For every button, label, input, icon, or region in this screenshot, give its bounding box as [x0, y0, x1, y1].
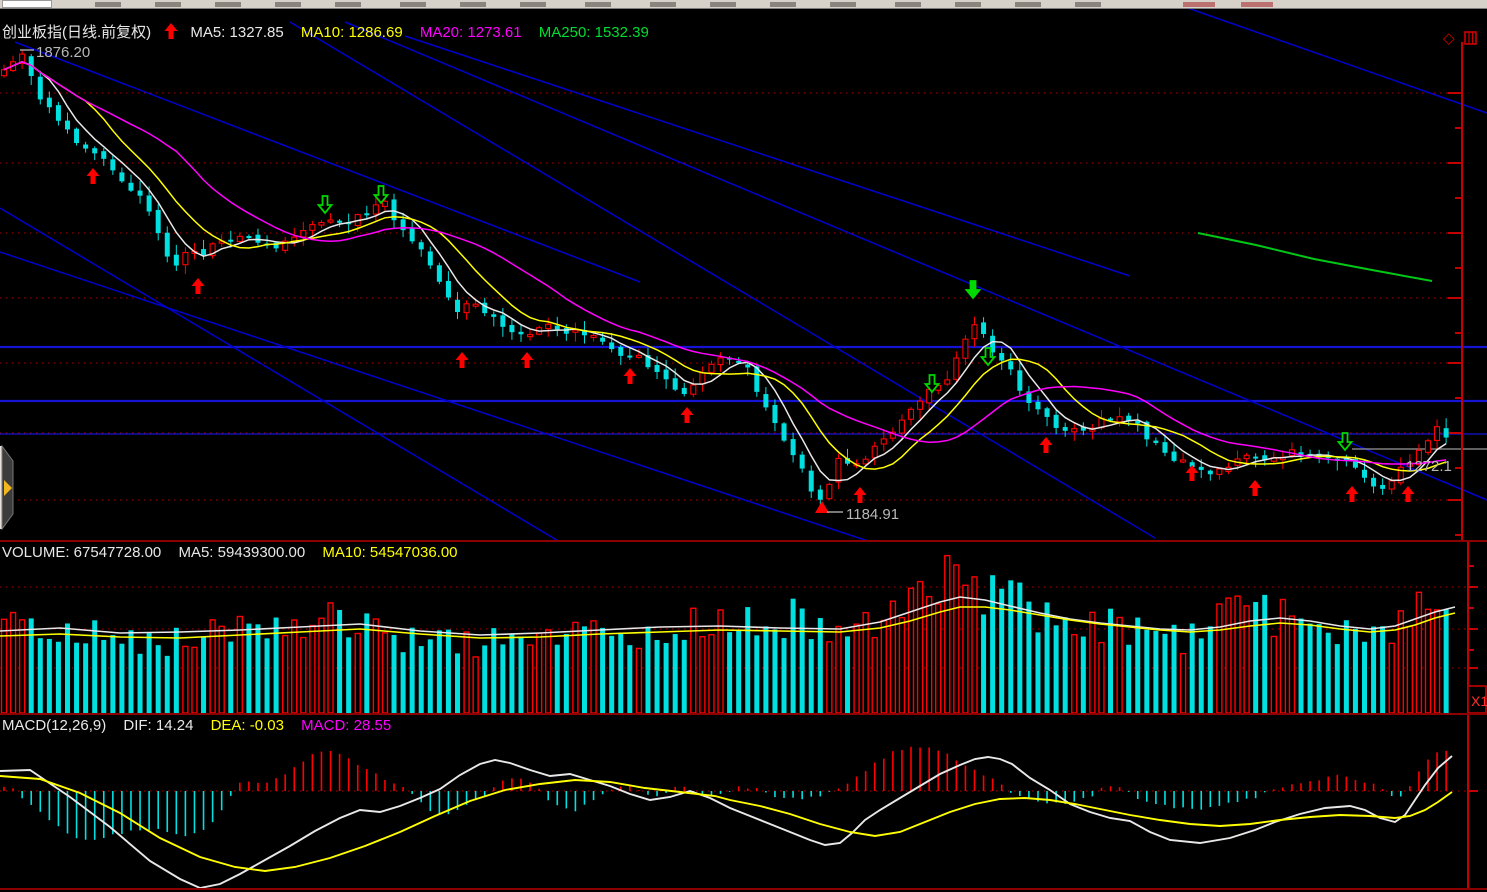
up-arrow-icon — [164, 23, 178, 40]
ma20-value: MA20: 1273.61 — [420, 24, 522, 41]
menu-item-stub-red[interactable] — [1241, 2, 1273, 7]
menu-item-stub[interactable] — [955, 2, 981, 7]
sell-signal-arrow — [375, 186, 388, 203]
dea-value: DEA: -0.03 — [211, 717, 284, 734]
ma10-value: MA10: 1286.69 — [301, 24, 403, 41]
menu-item-stub[interactable] — [710, 2, 736, 7]
menu-item-stub[interactable] — [1075, 2, 1101, 7]
menu-item-stub[interactable] — [1015, 2, 1041, 7]
buy-signal-arrow — [681, 407, 694, 423]
macd-chart[interactable] — [0, 715, 1487, 888]
panel-expander-handle[interactable] — [0, 446, 13, 529]
sell-signal-arrow — [319, 196, 332, 213]
menu-item-stub[interactable] — [650, 2, 676, 7]
buy-signal-arrow — [624, 368, 637, 384]
macd-params: MACD(12,26,9) — [2, 717, 106, 734]
volume-ma10-value: MA10: 54547036.00 — [322, 544, 457, 561]
menu-item-stub-red[interactable] — [1183, 2, 1215, 7]
macd-pane: MACD(12,26,9) DIF: 14.24 DEA: -0.03 MACD… — [0, 715, 1487, 888]
menu-item-stub[interactable] — [585, 2, 611, 7]
bottom-border — [0, 888, 1487, 890]
sell-signal-arrow — [1339, 433, 1352, 450]
buy-signal-arrow — [456, 352, 469, 368]
volume-pane: X1 VOLUME: 67547728.00 MA5: 59439300.00 … — [0, 542, 1487, 713]
menu-item-stub[interactable] — [95, 2, 121, 7]
ma250-value: MA250: 1532.39 — [539, 24, 649, 41]
volume-ma5-value: MA5: 59439300.00 — [178, 544, 305, 561]
main-chart-pane: 1876.20 1184.91 1272.1 创业板指(日线.前复权) MA5: 1… — [0, 9, 1487, 540]
x1-period-button[interactable]: X1 — [1468, 686, 1487, 713]
svg-text:X1: X1 — [1471, 693, 1487, 709]
menu-bar[interactable] — [0, 0, 1487, 9]
buy-signal-arrow — [87, 168, 100, 184]
buy-signal-arrow — [1402, 486, 1415, 502]
menu-item-stub[interactable] — [155, 2, 181, 7]
buy-signal-arrow — [192, 278, 205, 294]
menu-item-stub[interactable] — [770, 2, 796, 7]
menu-item-stub[interactable] — [215, 2, 241, 7]
buy-signal-arrow — [1249, 480, 1262, 496]
buy-signal-arrow — [521, 352, 534, 368]
diamond-icon[interactable]: ◇ — [1443, 29, 1455, 47]
volume-value: VOLUME: 67547728.00 — [2, 544, 161, 561]
menu-item-stub[interactable] — [400, 2, 426, 7]
menu-item-stub[interactable] — [275, 2, 301, 7]
dif-value: DIF: 14.24 — [123, 717, 193, 734]
price-label: 1876.20 — [36, 44, 90, 61]
menu-item-stub[interactable] — [520, 2, 546, 7]
macd-value: MACD: 28.55 — [301, 717, 391, 734]
instrument-title: 创业板指(日线.前复权) — [2, 24, 151, 41]
buy-signal-arrow — [1186, 465, 1199, 481]
menu-item-stub[interactable] — [830, 2, 856, 7]
price-label: 1272.1 — [1406, 458, 1452, 475]
menu-item-stub[interactable] — [460, 2, 486, 7]
menu-item-stub[interactable] — [335, 2, 361, 7]
price-label: 1184.91 — [846, 506, 899, 523]
menu-item-stub[interactable] — [895, 2, 921, 7]
buy-signal-arrow — [1040, 437, 1053, 453]
ma5-value: MA5: 1327.85 — [190, 24, 283, 41]
volume-chart[interactable]: X1 — [0, 542, 1487, 713]
main-chart[interactable]: 1876.20 1184.91 1272.1 — [0, 9, 1487, 540]
window-icon[interactable] — [1464, 31, 1478, 45]
toolbar-box[interactable] — [2, 0, 52, 8]
buy-signal-arrow — [854, 487, 867, 503]
